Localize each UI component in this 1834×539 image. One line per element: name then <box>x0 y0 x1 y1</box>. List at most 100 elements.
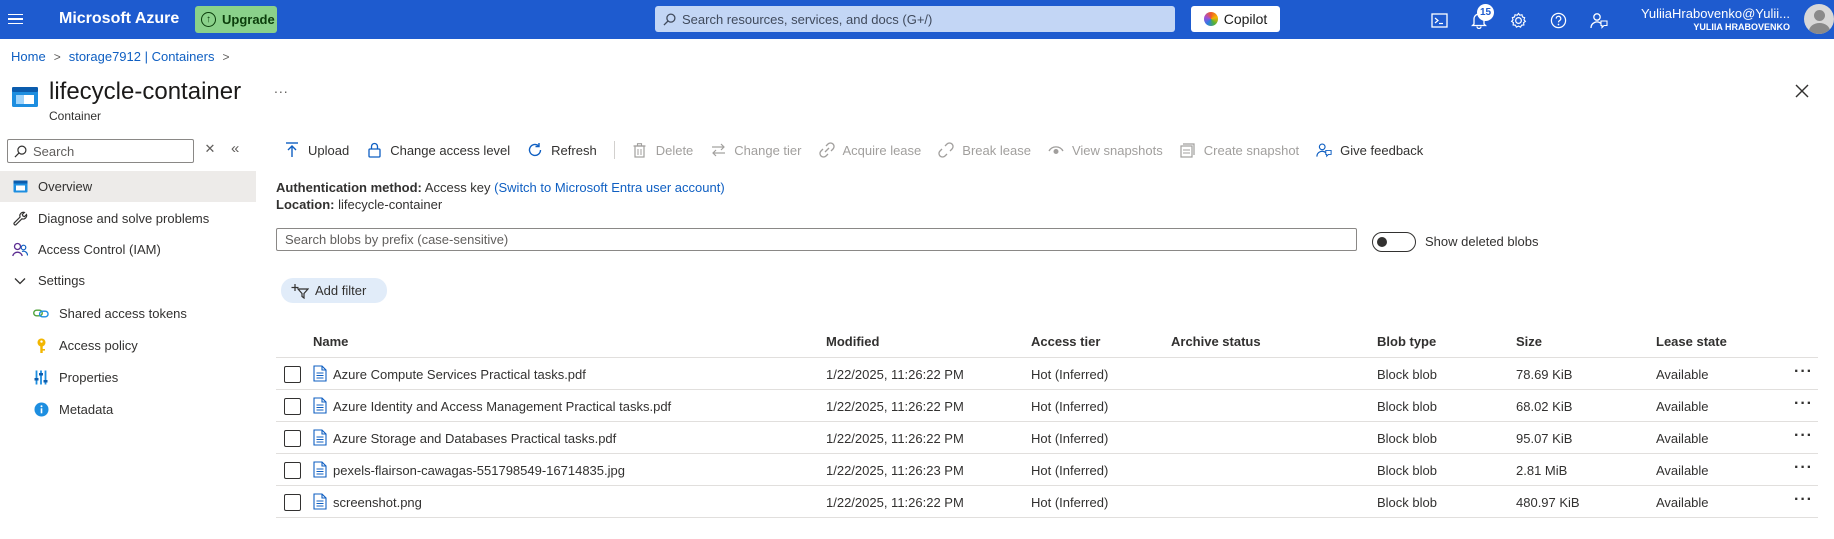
resource-type: Container <box>49 109 102 123</box>
give-feedback-label: Give feedback <box>1340 142 1424 158</box>
table-row[interactable]: pexels-flairson-cawagas-551798549-167148… <box>276 454 1818 486</box>
table-row[interactable]: screenshot.png 1/22/2025, 11:26:22 PM Hot … <box>276 486 1818 518</box>
nav-item-access-control[interactable]: Access Control (IAM) <box>0 234 256 265</box>
upgrade-button[interactable]: ↑ Upgrade <box>195 6 277 33</box>
table-row[interactable]: Azure Identity and Access Management Pra… <box>276 390 1818 422</box>
nav-item-label: Settings <box>38 273 85 288</box>
user-account[interactable]: YuliiaHrabovenko@Yulii... YULIIA HRABOVE… <box>1641 6 1790 32</box>
file-icon <box>313 429 327 446</box>
nav-search[interactable] <box>7 139 194 163</box>
collapse-nav-icon[interactable]: « <box>231 140 239 157</box>
break-lease-button[interactable]: Break lease <box>938 142 1031 158</box>
nav-item-label: Overview <box>38 179 93 194</box>
row-more-options-icon[interactable]: ··· <box>1794 427 1813 445</box>
hamburger-menu-icon[interactable] <box>8 10 26 28</box>
cell-name[interactable]: Azure Compute Services Practical tasks.p… <box>333 367 586 382</box>
close-icon[interactable] <box>1791 80 1813 102</box>
table-row[interactable]: Azure Storage and Databases Practical ta… <box>276 422 1818 454</box>
table-row[interactable]: Azure Compute Services Practical tasks.p… <box>276 358 1818 390</box>
chevron-right-icon: > <box>53 49 61 64</box>
cell-lease-state: Available <box>1656 463 1709 478</box>
row-checkbox[interactable] <box>284 366 301 383</box>
view-snapshots-button[interactable]: View snapshots <box>1048 142 1163 158</box>
chevron-right-icon: > <box>222 49 230 64</box>
link-slash-icon <box>818 142 835 158</box>
cell-name[interactable]: screenshot.png <box>333 495 422 510</box>
column-header-access-tier[interactable]: Access tier <box>1031 334 1100 349</box>
table-header: Name Modified Access tier Archive status… <box>276 326 1818 358</box>
nav-item-label: Access policy <box>59 338 138 353</box>
refresh-button[interactable]: Refresh <box>527 142 597 158</box>
top-bar: Microsoft Azure ↑ Upgrade Copilot 15 Yul… <box>0 0 1834 39</box>
refresh-label: Refresh <box>551 142 597 158</box>
blob-search-input[interactable] <box>285 232 1345 247</box>
search-icon <box>663 12 676 26</box>
row-checkbox[interactable] <box>284 398 301 415</box>
command-divider <box>613 141 615 159</box>
help-icon[interactable] <box>1547 9 1569 31</box>
container-icon <box>12 179 28 195</box>
row-more-options-icon[interactable]: ··· <box>1794 363 1813 381</box>
show-deleted-toggle[interactable] <box>1372 232 1416 252</box>
blob-search[interactable] <box>276 228 1357 251</box>
nav-item-diagnose[interactable]: Diagnose and solve problems <box>0 203 256 234</box>
nav-item-metadata[interactable]: Metadata <box>0 394 256 425</box>
cell-blob-type: Block blob <box>1377 495 1437 510</box>
column-header-name[interactable]: Name <box>313 334 348 349</box>
nav-group-settings[interactable]: Settings <box>0 265 256 296</box>
global-search[interactable] <box>655 6 1175 32</box>
breadcrumb: Home > storage7912 | Containers > <box>11 49 237 64</box>
nav-item-properties[interactable]: Properties <box>0 362 256 393</box>
delete-button[interactable]: Delete <box>632 142 694 158</box>
row-more-options-icon[interactable]: ··· <box>1794 395 1813 413</box>
nav-item-overview[interactable]: Overview <box>0 171 256 202</box>
row-checkbox[interactable] <box>284 494 301 511</box>
change-tier-button[interactable]: Change tier <box>710 142 802 158</box>
cell-name[interactable]: Azure Storage and Databases Practical ta… <box>333 431 616 446</box>
cell-access-tier: Hot (Inferred) <box>1031 495 1109 510</box>
location: Location: lifecycle-container <box>276 197 442 212</box>
cell-lease-state: Available <box>1656 431 1709 446</box>
feedback-person-icon[interactable] <box>1588 9 1610 31</box>
row-more-options-icon[interactable]: ··· <box>1794 459 1813 477</box>
nav-search-input[interactable] <box>33 143 183 159</box>
change-access-level-button[interactable]: Change access level <box>366 142 510 158</box>
cell-blob-type: Block blob <box>1377 367 1437 382</box>
row-checkbox[interactable] <box>284 462 301 479</box>
avatar[interactable] <box>1804 4 1834 34</box>
location-label: Location: <box>276 197 335 212</box>
switch-auth-link[interactable]: (Switch to Microsoft Entra user account) <box>494 180 724 195</box>
column-header-size[interactable]: Size <box>1516 334 1542 349</box>
more-options-button[interactable]: ... <box>274 80 289 96</box>
give-feedback-button[interactable]: Give feedback <box>1316 142 1423 158</box>
cell-name[interactable]: pexels-flairson-cawagas-551798549-167148… <box>333 463 625 478</box>
gear-icon[interactable] <box>1507 9 1529 31</box>
user-directory: YULIIA HRABOVENKO <box>1693 22 1790 32</box>
column-header-lease-state[interactable]: Lease state <box>1656 334 1727 349</box>
copilot-icon <box>1203 12 1218 26</box>
cell-access-tier: Hot (Inferred) <box>1031 399 1109 414</box>
upgrade-label: Upgrade <box>222 12 275 27</box>
global-search-input[interactable] <box>682 11 1162 27</box>
breadcrumb-parent[interactable]: storage7912 | Containers <box>69 49 215 64</box>
column-header-modified[interactable]: Modified <box>826 334 879 349</box>
brand-title[interactable]: Microsoft Azure <box>59 10 179 28</box>
link-icon <box>33 306 49 322</box>
add-filter-button[interactable]: Add filter <box>281 278 387 303</box>
breadcrumb-home[interactable]: Home <box>11 49 46 64</box>
container-icon <box>12 87 38 107</box>
column-header-archive-status[interactable]: Archive status <box>1171 334 1261 349</box>
nav-item-shared-access-tokens[interactable]: Shared access tokens <box>0 298 256 329</box>
clear-search-icon[interactable]: ✕ <box>203 141 217 156</box>
nav-item-access-policy[interactable]: Access policy <box>0 330 256 361</box>
acquire-lease-button[interactable]: Acquire lease <box>818 142 921 158</box>
row-checkbox[interactable] <box>284 430 301 447</box>
delete-label: Delete <box>655 142 694 158</box>
cloud-shell-icon[interactable] <box>1428 9 1450 31</box>
cell-name[interactable]: Azure Identity and Access Management Pra… <box>333 399 671 414</box>
row-more-options-icon[interactable]: ··· <box>1794 491 1813 509</box>
column-header-blob-type[interactable]: Blob type <box>1377 334 1436 349</box>
upload-button[interactable]: Upload <box>284 142 349 158</box>
create-snapshot-button[interactable]: Create snapshot <box>1180 142 1299 158</box>
copilot-button[interactable]: Copilot <box>1191 6 1280 32</box>
